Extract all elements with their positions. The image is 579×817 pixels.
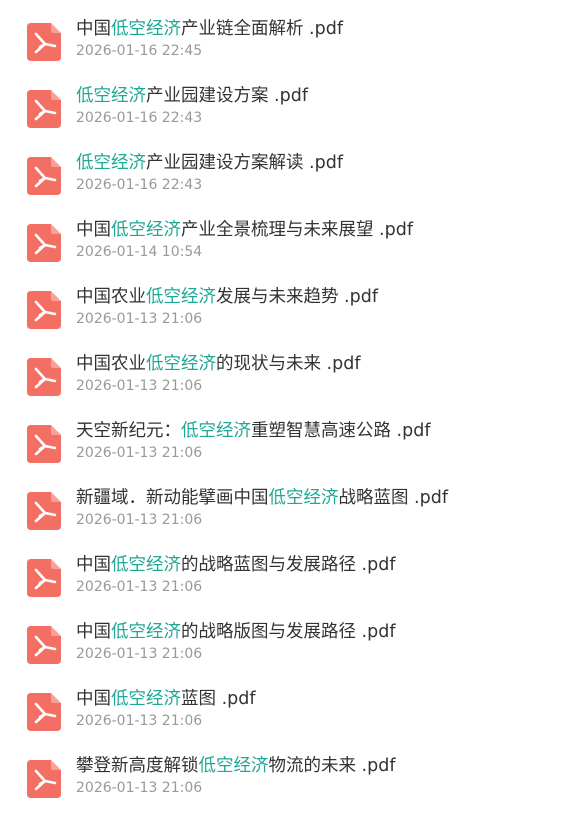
file-name-suffix: 的现状与未来 .pdf xyxy=(216,354,361,374)
file-name-suffix: 的战略蓝图与发展路径 .pdf xyxy=(181,555,396,575)
file-name-prefix: 中国 xyxy=(76,555,111,575)
file-name[interactable]: 中国农业低空经济发展与未来趋势 .pdf xyxy=(76,285,378,309)
file-name[interactable]: 中国低空经济的战略蓝图与发展路径 .pdf xyxy=(76,553,396,577)
file-list-item[interactable]: 天空新纪元：低空经济重塑智慧高速公路 .pdf 2026-01-13 21:06 xyxy=(0,415,579,482)
file-name-keyword: 低空经济 xyxy=(268,488,339,508)
file-date: 2026-01-16 22:43 xyxy=(76,110,203,126)
pdf-icon xyxy=(27,492,61,530)
file-name[interactable]: 中国低空经济的战略版图与发展路径 .pdf xyxy=(76,620,396,644)
file-list-item[interactable]: 中国农业低空经济发展与未来趋势 .pdf 2026-01-13 21:06 xyxy=(0,281,579,348)
file-name-keyword: 低空经济 xyxy=(146,354,216,374)
pdf-icon xyxy=(27,358,61,396)
file-date: 2026-01-13 21:06 xyxy=(76,311,203,327)
pdf-icon xyxy=(27,693,61,731)
file-date: 2026-01-13 21:06 xyxy=(76,445,203,461)
file-date: 2026-01-13 21:06 xyxy=(76,646,203,662)
file-name-keyword: 低空经济 xyxy=(146,287,216,307)
file-name[interactable]: 攀登新高度解锁低空经济物流的未来 .pdf xyxy=(76,754,396,778)
file-name[interactable]: 中国农业低空经济的现状与未来 .pdf xyxy=(76,352,361,376)
file-list-item[interactable]: 低空经济产业园建设方案 .pdf 2026-01-16 22:43 xyxy=(0,80,579,147)
file-name-keyword: 低空经济 xyxy=(198,756,269,776)
file-name-prefix: 天空新纪元： xyxy=(76,421,181,441)
file-name[interactable]: 新疆域．新动能擘画中国低空经济战略蓝图 .pdf xyxy=(76,486,448,510)
pdf-icon xyxy=(27,23,61,61)
file-name-keyword: 低空经济 xyxy=(76,86,146,106)
file-date: 2026-01-13 21:06 xyxy=(76,378,203,394)
file-list-item[interactable]: 中国低空经济的战略蓝图与发展路径 .pdf 2026-01-13 21:06 xyxy=(0,549,579,616)
file-name-prefix: 攀登新高度解锁 xyxy=(76,756,199,776)
file-name-suffix: 重塑智慧高速公路 .pdf xyxy=(251,421,431,441)
pdf-icon xyxy=(27,90,61,128)
file-list-item[interactable]: 中国低空经济产业链全面解析 .pdf 2026-01-16 22:45 xyxy=(0,13,579,80)
file-date: 2026-01-13 21:06 xyxy=(76,579,203,595)
file-name-suffix: 发展与未来趋势 .pdf xyxy=(216,287,379,307)
file-name[interactable]: 中国低空经济蓝图 .pdf xyxy=(76,687,256,711)
file-list-item[interactable]: 中国农业低空经济的现状与未来 .pdf 2026-01-13 21:06 xyxy=(0,348,579,415)
file-name-keyword: 低空经济 xyxy=(111,220,181,240)
file-date: 2026-01-16 22:45 xyxy=(76,43,203,59)
file-name-suffix: 产业园建设方案解读 .pdf xyxy=(146,153,344,173)
file-name-keyword: 低空经济 xyxy=(76,153,146,173)
file-list-item[interactable]: 新疆域．新动能擘画中国低空经济战略蓝图 .pdf 2026-01-13 21:06 xyxy=(0,482,579,549)
file-name-prefix: 中国 xyxy=(76,220,111,240)
file-name-keyword: 低空经济 xyxy=(111,689,181,709)
file-name-keyword: 低空经济 xyxy=(111,622,181,642)
file-name-keyword: 低空经济 xyxy=(181,421,251,441)
file-list-item[interactable]: 中国低空经济蓝图 .pdf 2026-01-13 21:06 xyxy=(0,683,579,750)
file-name-keyword: 低空经济 xyxy=(111,555,181,575)
file-name-prefix: 新疆域．新动能擘画中国 xyxy=(76,488,269,508)
file-name-suffix: 蓝图 .pdf xyxy=(181,689,256,709)
file-list-item[interactable]: 低空经济产业园建设方案解读 .pdf 2026-01-16 22:43 xyxy=(0,147,579,214)
file-name[interactable]: 天空新纪元：低空经济重塑智慧高速公路 .pdf xyxy=(76,419,431,443)
file-name-prefix: 中国农业 xyxy=(76,354,146,374)
file-name-suffix: 产业园建设方案 .pdf xyxy=(146,86,309,106)
file-list-item[interactable]: 中国低空经济的战略版图与发展路径 .pdf 2026-01-13 21:06 xyxy=(0,616,579,683)
file-name[interactable]: 中国低空经济产业全景梳理与未来展望 .pdf xyxy=(76,218,413,242)
file-name-prefix: 中国 xyxy=(76,19,111,39)
file-date: 2026-01-13 21:06 xyxy=(76,713,203,729)
file-list-item[interactable]: 攀登新高度解锁低空经济物流的未来 .pdf 2026-01-13 21:06 xyxy=(0,750,579,817)
file-name-prefix: 中国农业 xyxy=(76,287,146,307)
file-name[interactable]: 低空经济产业园建设方案解读 .pdf xyxy=(76,151,343,175)
file-name[interactable]: 中国低空经济产业链全面解析 .pdf xyxy=(76,17,343,41)
file-date: 2026-01-13 21:06 xyxy=(76,512,203,528)
file-name[interactable]: 低空经济产业园建设方案 .pdf xyxy=(76,84,308,108)
file-list: 中国低空经济产业链全面解析 .pdf 2026-01-16 22:45 低空经济产业… xyxy=(0,0,579,800)
file-name-suffix: 产业链全面解析 .pdf xyxy=(181,19,344,39)
file-list-item[interactable]: 中国低空经济产业全景梳理与未来展望 .pdf 2026-01-14 10:54 xyxy=(0,214,579,281)
file-name-suffix: 物流的未来 .pdf xyxy=(268,756,396,776)
pdf-icon xyxy=(27,157,61,195)
file-date: 2026-01-16 22:43 xyxy=(76,177,203,193)
file-date: 2026-01-14 10:54 xyxy=(76,244,203,260)
pdf-icon xyxy=(27,559,61,597)
pdf-icon xyxy=(27,291,61,329)
file-name-prefix: 中国 xyxy=(76,622,111,642)
file-name-keyword: 低空经济 xyxy=(111,19,181,39)
file-name-suffix: 产业全景梳理与未来展望 .pdf xyxy=(181,220,414,240)
pdf-icon xyxy=(27,425,61,463)
pdf-icon xyxy=(27,626,61,664)
file-name-suffix: 战略蓝图 .pdf xyxy=(338,488,449,508)
pdf-icon xyxy=(27,224,61,262)
file-date: 2026-01-13 21:06 xyxy=(76,780,203,796)
file-name-suffix: 的战略版图与发展路径 .pdf xyxy=(181,622,396,642)
pdf-icon xyxy=(27,760,61,798)
file-name-prefix: 中国 xyxy=(76,689,111,709)
